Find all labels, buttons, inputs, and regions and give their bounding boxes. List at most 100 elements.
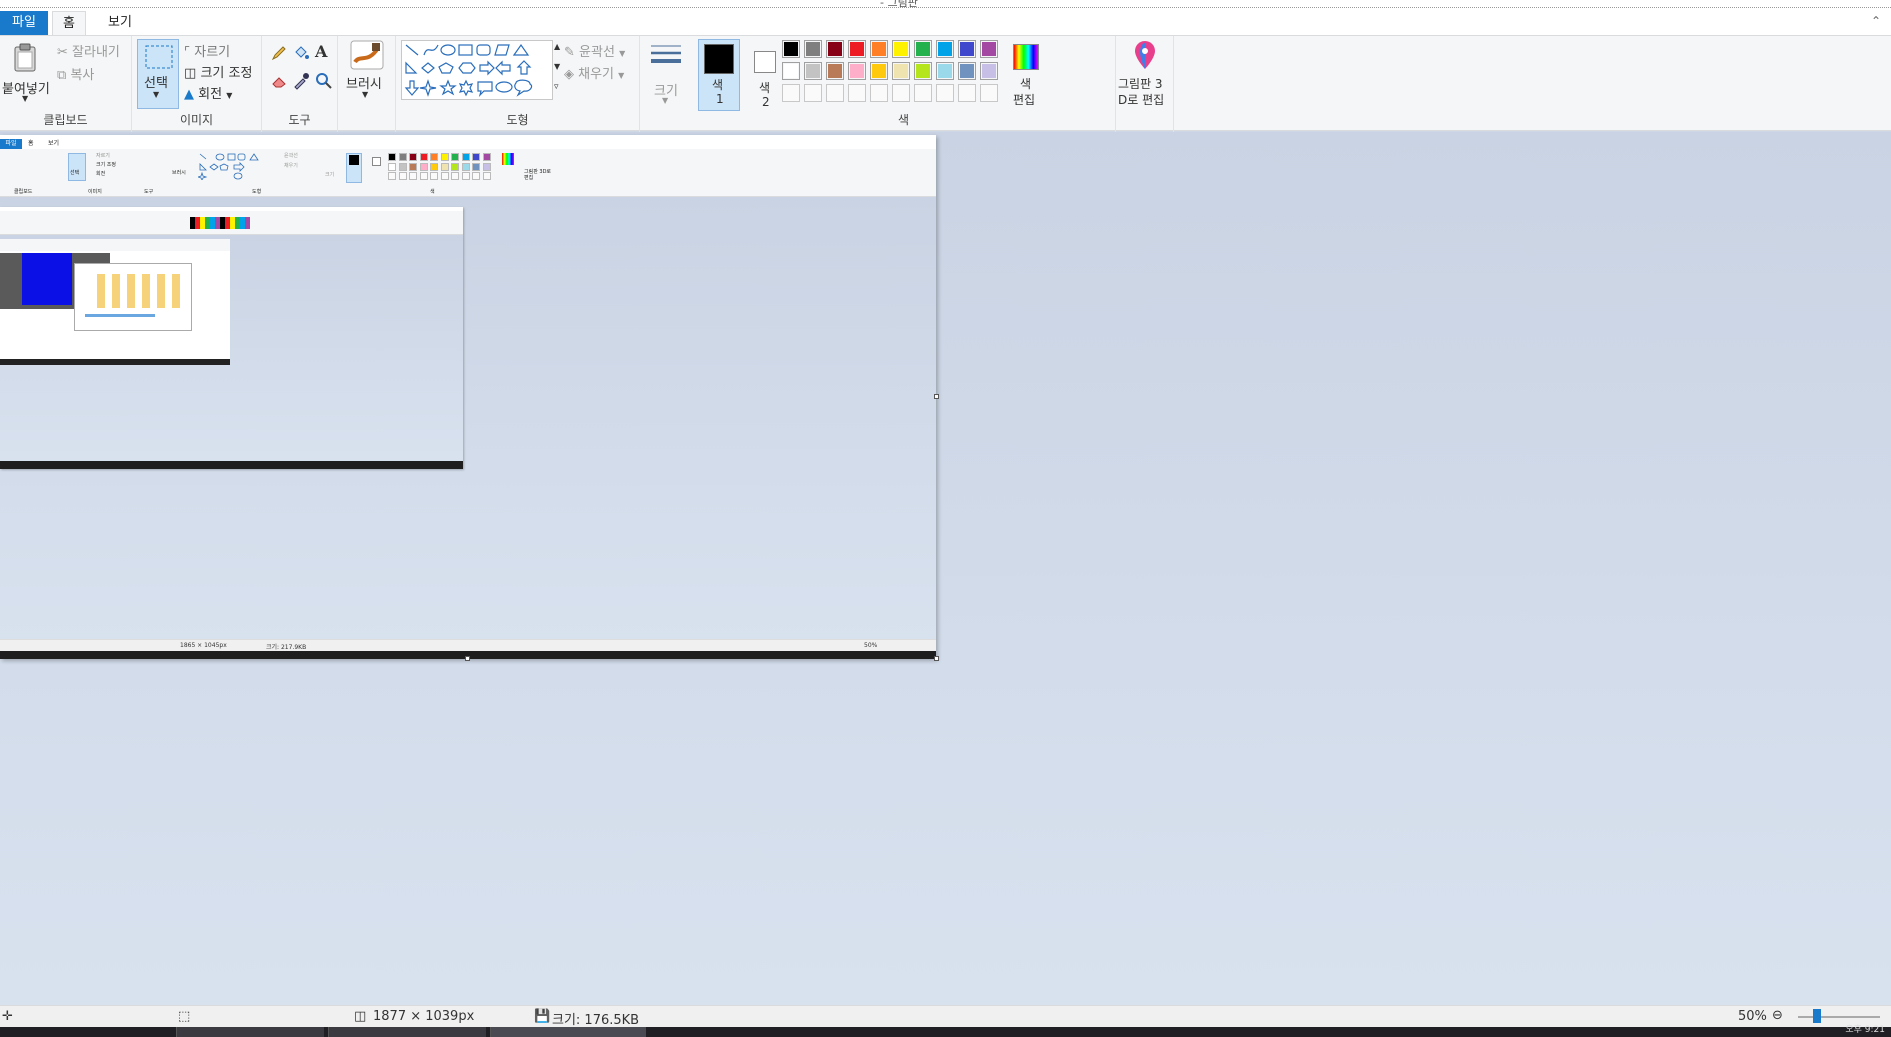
- palette-swatch[interactable]: [782, 84, 800, 102]
- edit-colors-button[interactable]: 색 편집: [1006, 39, 1046, 111]
- nested-palette-swatch: [398, 153, 407, 161]
- copy-button[interactable]: ⧉ 복사: [57, 64, 94, 83]
- palette-swatch[interactable]: [980, 84, 998, 102]
- nested-palette-swatch: [409, 162, 417, 171]
- edit-with-paint3d-button[interactable]: 그림판 3 D로 편집: [1118, 39, 1172, 119]
- palette-swatch[interactable]: [936, 84, 954, 102]
- fill-bucket-icon[interactable]: [292, 44, 310, 62]
- nested-canvas-level3: [0, 239, 230, 365]
- select-button[interactable]: 선택 ▼: [137, 39, 179, 109]
- outline-dropdown-icon[interactable]: ▼: [619, 49, 625, 58]
- palette-swatch[interactable]: [804, 62, 822, 80]
- color-picker-icon[interactable]: [292, 72, 310, 90]
- color1-label-b: 1: [716, 92, 724, 106]
- palette-swatch[interactable]: [914, 40, 932, 58]
- palette-swatch[interactable]: [914, 84, 932, 102]
- nested-ribbon: 선택 자르기 크기 조정 회전 브러시 윤곽선 채우기 크기 그림판 3D로 편…: [0, 149, 936, 197]
- tab-home[interactable]: 홈: [52, 11, 86, 35]
- rotate-dropdown-icon[interactable]: ▼: [226, 91, 232, 100]
- resize-button[interactable]: ◫ 크기 조정: [184, 62, 252, 81]
- nested3-folder-grid: [97, 274, 187, 308]
- shapes-gallery[interactable]: [401, 40, 553, 100]
- palette-swatch[interactable]: [826, 84, 844, 102]
- nested-dims: 1865 × 1045px: [180, 642, 227, 649]
- magnifier-icon[interactable]: [315, 72, 333, 90]
- size-button[interactable]: 크기 ▼: [644, 40, 688, 110]
- group-clipboard: 붙여넣기 ▼ ✂ 잘라내기 ⧉ 복사 클립보드: [0, 36, 132, 132]
- palette-swatch[interactable]: [870, 62, 888, 80]
- palette-swatch[interactable]: [892, 84, 910, 102]
- palette-swatch[interactable]: [892, 40, 910, 58]
- taskbar-item-1[interactable]: [176, 1027, 324, 1037]
- palette-swatch[interactable]: [958, 40, 976, 58]
- brushes-dropdown-icon[interactable]: ▼: [362, 90, 368, 99]
- color2-button[interactable]: 색 2: [744, 39, 786, 111]
- palette-swatch[interactable]: [848, 40, 866, 58]
- nested-palette-swatch: [409, 172, 417, 180]
- tab-file[interactable]: 파일: [0, 11, 48, 35]
- eraser-icon[interactable]: [270, 72, 288, 90]
- palette-swatch[interactable]: [804, 40, 822, 58]
- shapes-icons: [404, 43, 533, 97]
- palette-swatch[interactable]: [848, 84, 866, 102]
- zoom-slider-thumb[interactable]: [1813, 1009, 1821, 1023]
- palette-swatch[interactable]: [958, 84, 976, 102]
- shapes-scroll-down-icon[interactable]: ▼: [554, 62, 560, 71]
- palette-swatch-color: [960, 64, 974, 78]
- palette-swatch[interactable]: [804, 84, 822, 102]
- crop-button[interactable]: ⌜ 자르기: [184, 41, 230, 60]
- zoom-out-icon[interactable]: ⊖: [1772, 1008, 1783, 1023]
- pencil-icon[interactable]: [270, 44, 288, 62]
- zoom-slider-track[interactable]: [1798, 1016, 1880, 1018]
- title-bar: - 그림판: [0, 0, 1891, 8]
- palette-swatch-color: [982, 42, 996, 56]
- taskbar-item-2[interactable]: [328, 1027, 486, 1037]
- palette-swatch[interactable]: [958, 62, 976, 80]
- palette-swatch[interactable]: [782, 62, 800, 80]
- canvas-workspace[interactable]: 파일 홈 보기 선택 자르기 크기 조정 회전 브러시 윤곽선 채우기 크기 그…: [0, 132, 1891, 1005]
- palette-swatch[interactable]: [914, 62, 932, 80]
- fill-button[interactable]: ◈ 채우기 ▼: [564, 63, 624, 82]
- palette-swatch[interactable]: [980, 62, 998, 80]
- collapse-ribbon-icon[interactable]: ⌃: [1871, 14, 1881, 28]
- text-tool-icon[interactable]: A: [315, 42, 327, 61]
- select-dropdown-icon[interactable]: ▼: [153, 90, 159, 99]
- nested-image-label: 이미지: [88, 189, 102, 195]
- palette-swatch-color: [784, 64, 798, 78]
- palette-swatch[interactable]: [826, 40, 844, 58]
- paste-button[interactable]: 붙여넣기 ▼: [2, 40, 50, 104]
- size-dropdown-icon[interactable]: ▼: [662, 96, 668, 105]
- palette-swatch[interactable]: [892, 62, 910, 80]
- color1-button[interactable]: 색 1: [698, 39, 740, 111]
- palette-swatch[interactable]: [870, 84, 888, 102]
- taskbar-item-paint[interactable]: [490, 1027, 646, 1037]
- drawing-canvas[interactable]: 파일 홈 보기 선택 자르기 크기 조정 회전 브러시 윤곽선 채우기 크기 그…: [0, 135, 936, 659]
- cut-button[interactable]: ✂ 잘라내기: [57, 41, 120, 60]
- nested-palette-swatch: [419, 172, 428, 180]
- crop-icon: ⌜: [184, 45, 191, 60]
- shapes-expand-icon[interactable]: ▿: [554, 82, 559, 92]
- palette-swatch[interactable]: [980, 40, 998, 58]
- shapes-scroll-up-icon[interactable]: ▲: [554, 42, 560, 51]
- brushes-button[interactable]: 브러시 ▼: [342, 40, 392, 110]
- group-image: 선택 ▼ ⌜ 자르기 ◫ 크기 조정 ▲ 회전 ▼ 이미지: [132, 36, 262, 132]
- palette-swatch[interactable]: [870, 40, 888, 58]
- copy-icon: ⧉: [57, 68, 67, 83]
- palette-swatch[interactable]: [936, 40, 954, 58]
- tab-view[interactable]: 보기: [98, 11, 142, 35]
- fill-dropdown-icon[interactable]: ▼: [618, 71, 624, 80]
- edit-colors-label-a: 색: [1020, 77, 1032, 91]
- canvas-resize-handle-bottom[interactable]: [465, 656, 470, 661]
- palette-swatch[interactable]: [826, 62, 844, 80]
- palette-swatch[interactable]: [848, 62, 866, 80]
- rotate-button[interactable]: ▲ 회전 ▼: [184, 83, 232, 102]
- outline-button[interactable]: ✎ 윤곽선 ▼: [564, 41, 625, 60]
- canvas-resize-handle-right[interactable]: [934, 394, 939, 399]
- nested-status-bar: 1865 × 1045px 크기: 217.9KB 50%: [0, 639, 936, 651]
- palette-swatch[interactable]: [936, 62, 954, 80]
- taskbar-clock[interactable]: 오후 9:21: [1845, 1025, 1885, 1035]
- palette-swatch[interactable]: [782, 40, 800, 58]
- paste-dropdown-icon[interactable]: ▼: [22, 94, 28, 103]
- canvas-resize-handle-corner[interactable]: [934, 656, 939, 661]
- group-colors: 색 1 색 2 색 편집 색: [692, 36, 1116, 132]
